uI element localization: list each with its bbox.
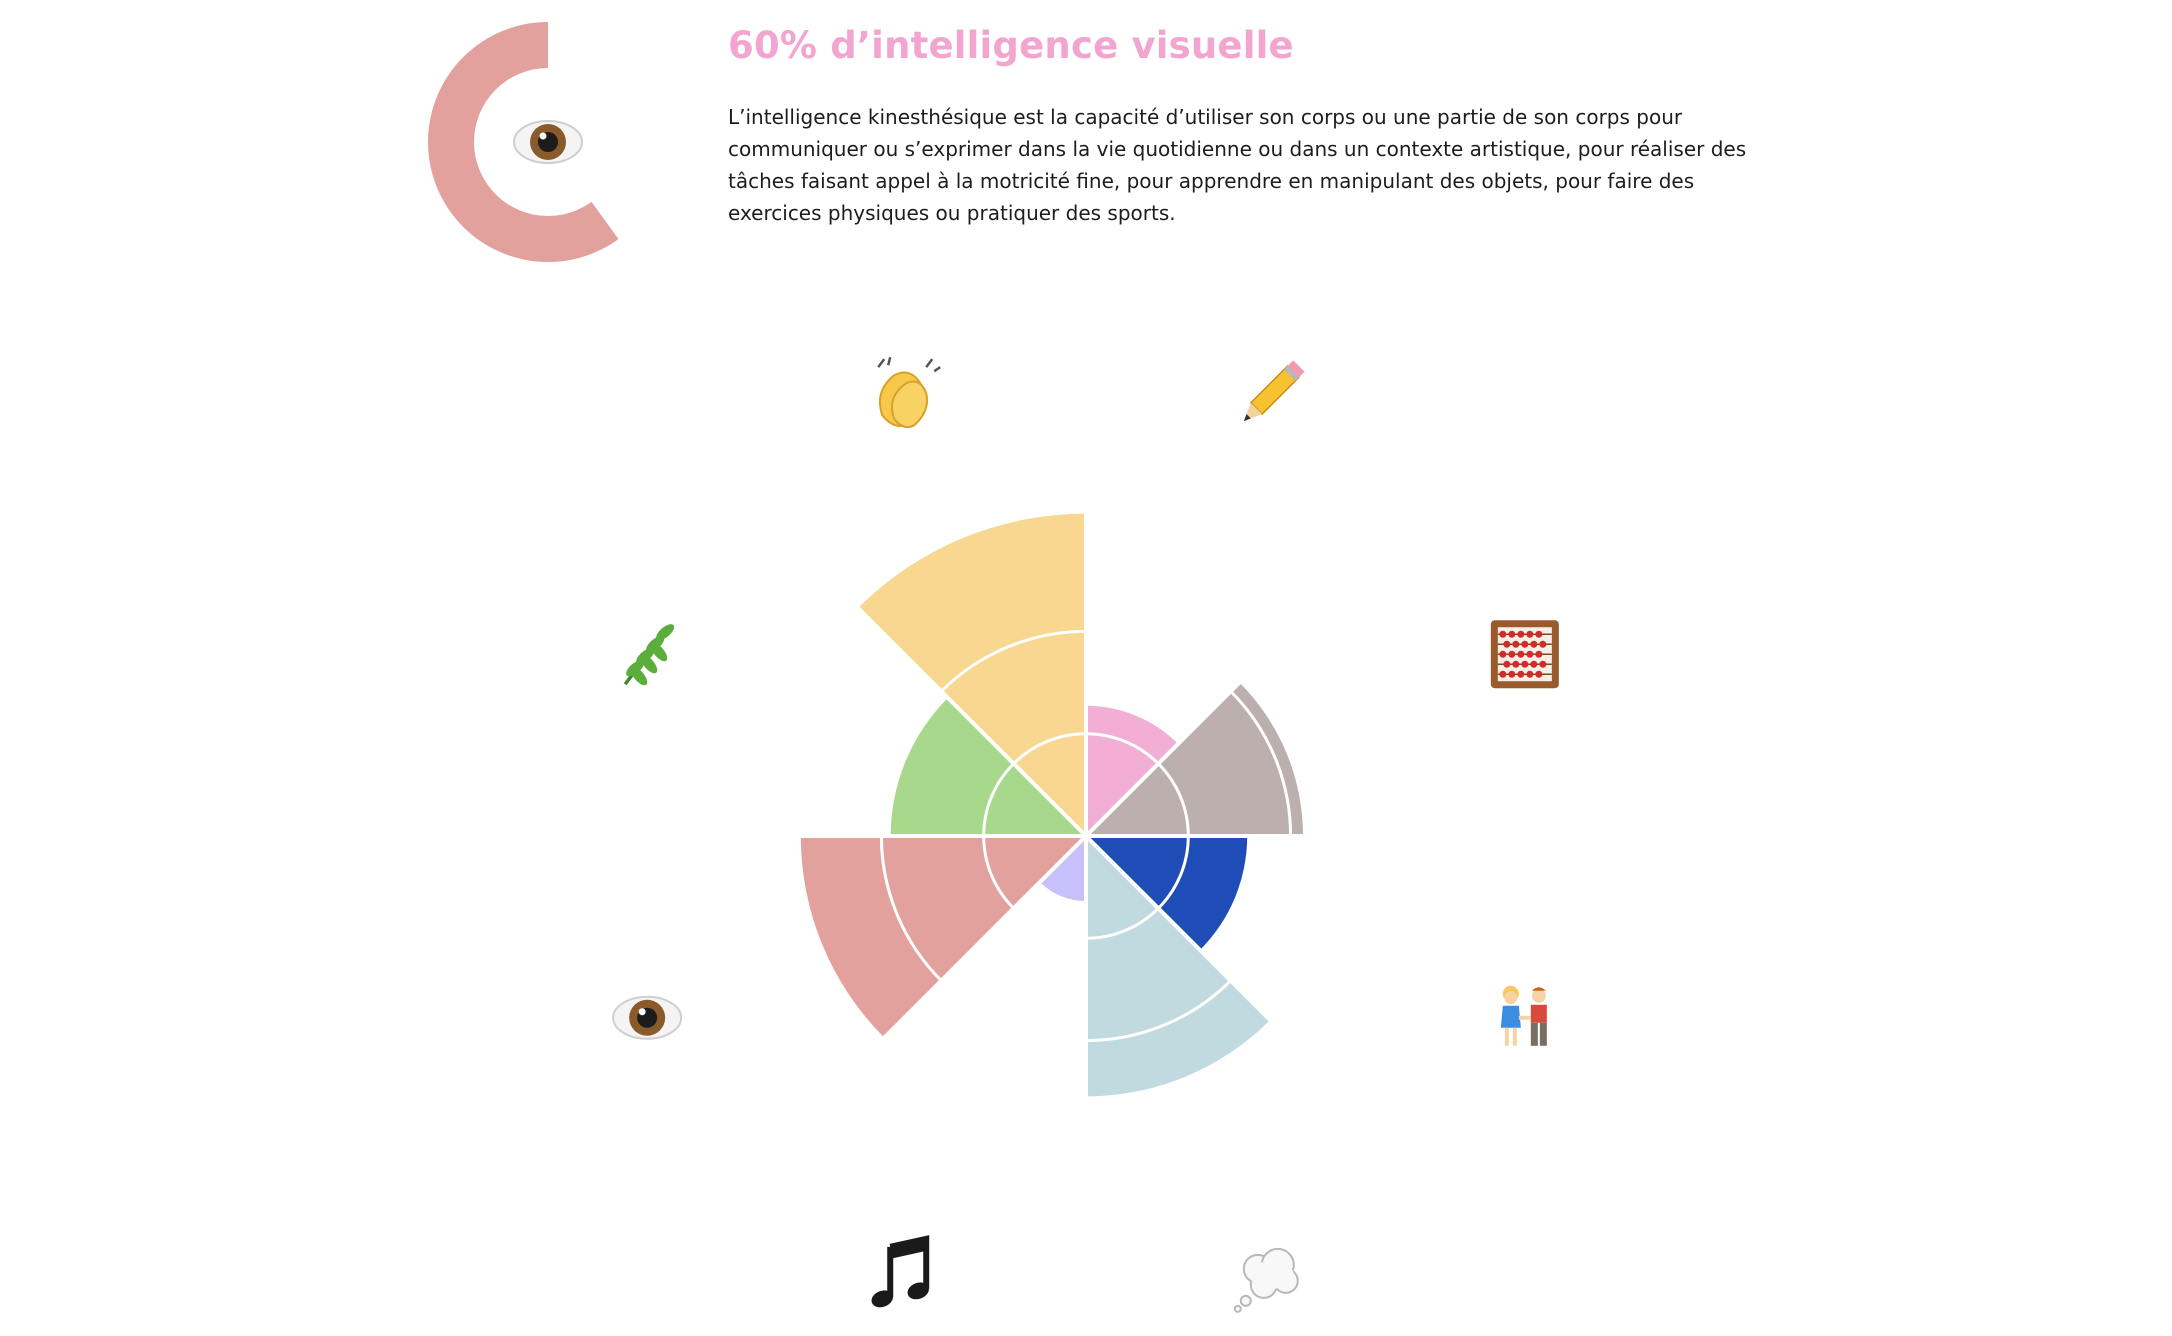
pencil-icon	[1243, 360, 1305, 422]
thought-balloon-icon	[1233, 1247, 1299, 1313]
abacus-icon	[1490, 620, 1559, 689]
herb-icon	[623, 624, 675, 686]
musical-notes-icon	[871, 1235, 930, 1308]
segment-visuelle	[800, 836, 1086, 1038]
people-holding-hands-icon	[1500, 985, 1547, 1046]
eye-icon	[612, 995, 683, 1040]
intelligence-polar-chart	[612, 356, 1559, 1313]
clapping-hands-icon	[877, 356, 941, 429]
